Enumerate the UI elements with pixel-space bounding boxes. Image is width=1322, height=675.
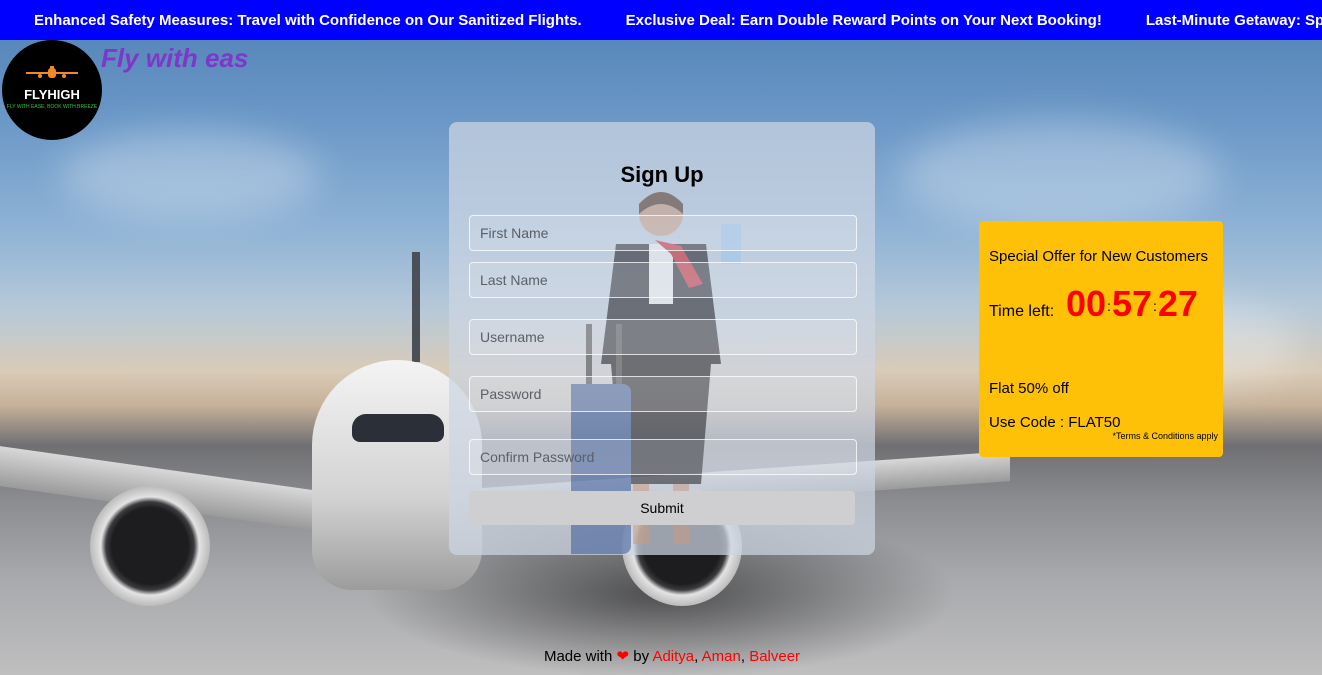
page: !Enhanced Safety Measures: Travel with C… (0, 0, 1322, 675)
offer-code: Use Code : FLAT50 (989, 414, 1121, 431)
offer-terms: *Terms & Conditions apply (1112, 431, 1218, 441)
timer-hours: 00 (1066, 283, 1107, 324)
airplane-icon (26, 66, 78, 78)
first-name-input[interactable] (469, 215, 857, 251)
timer-minutes: 57 (1111, 283, 1152, 324)
timer-seconds: 27 (1157, 283, 1198, 324)
ticker-item: Exclusive Deal: Earn Double Reward Point… (625, 12, 1102, 29)
footer-comma: , (694, 648, 699, 665)
footer: Made with ❤ by Aditya, Aman, Balveer (0, 647, 1322, 665)
author-link-aman[interactable]: Aman (702, 648, 741, 665)
ticker-track: !Enhanced Safety Measures: Travel with C… (0, 0, 1322, 40)
confirm-password-input[interactable] (469, 439, 857, 475)
author-link-balveer[interactable]: Balveer (749, 648, 800, 665)
ticker-item: Enhanced Safety Measures: Travel with Co… (34, 12, 582, 29)
logo-tagline: FLY WITH EASE, BOOK WITH BREEZE (6, 104, 98, 110)
brand-tagline: Fly with eas (101, 43, 249, 73)
background-engine-left (90, 486, 210, 606)
last-name-input[interactable] (469, 262, 857, 298)
logo-text: FLYHIGH (24, 87, 80, 102)
timer-separator: : (1152, 298, 1157, 315)
username-input[interactable] (469, 319, 857, 355)
signup-card: Sign Up Submit (449, 122, 875, 555)
news-ticker: !Enhanced Safety Measures: Travel with C… (0, 0, 1322, 40)
background-tail (412, 252, 420, 362)
footer-by: by (633, 648, 650, 665)
ticker-item: Last-Minute Getaway: Special Dis (1145, 12, 1322, 29)
offer-title: Special Offer for New Customers (989, 248, 1208, 265)
offer-discount: Flat 50% off (989, 380, 1069, 397)
footer-prefix: Made with (543, 648, 613, 665)
signup-title: Sign Up (620, 162, 704, 187)
footer-comma: , (740, 648, 746, 665)
logo[interactable]: FLYHIGH FLY WITH EASE, BOOK WITH BREEZE (2, 40, 102, 140)
submit-button[interactable]: Submit (469, 491, 855, 525)
background-cloud (900, 120, 1220, 230)
timer-label: Time left: (989, 303, 1055, 320)
password-input[interactable] (469, 376, 857, 412)
background-cloud (60, 130, 320, 220)
countdown-timer: 00:57:27 (1066, 283, 1198, 325)
heart-icon: ❤ (616, 648, 630, 665)
author-link-aditya[interactable]: Aditya (652, 648, 694, 665)
background-cockpit-window (352, 414, 444, 442)
special-offer-box: Special Offer for New Customers Time lef… (979, 221, 1223, 457)
timer-separator: : (1107, 298, 1111, 315)
